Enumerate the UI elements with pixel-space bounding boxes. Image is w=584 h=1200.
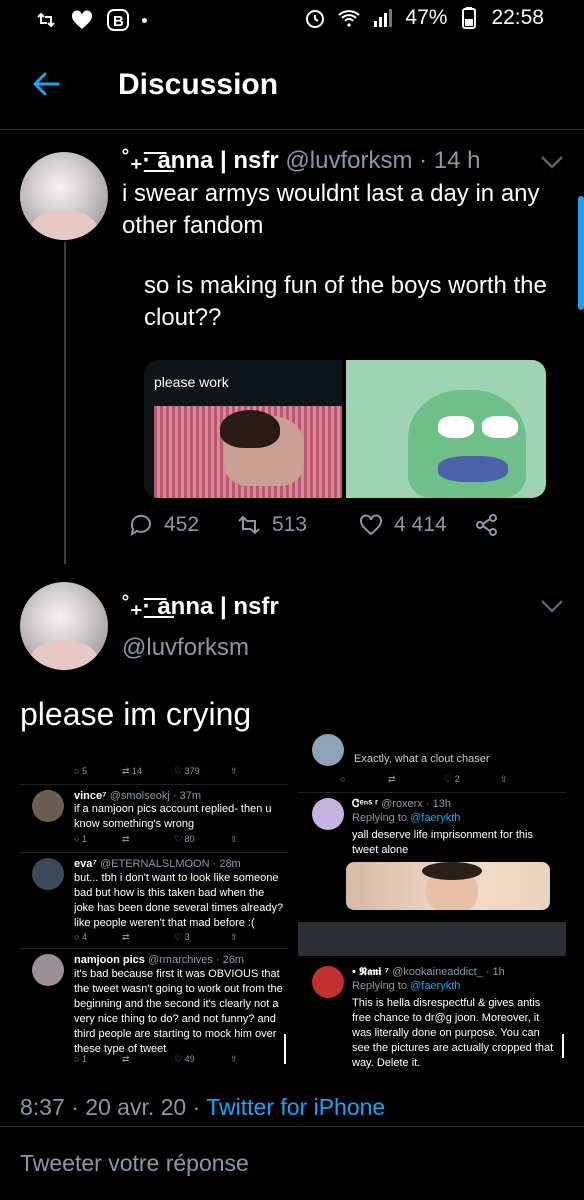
media-image-left[interactable]: please work — [144, 360, 342, 498]
tweet-actions: 452 513 4 414 — [128, 512, 500, 538]
retweet-icon — [238, 515, 260, 535]
replying-to: Replying to @faerykth — [352, 980, 461, 992]
thread-line — [64, 242, 66, 564]
chevron-down-icon[interactable] — [540, 598, 564, 614]
user-handle[interactable]: @luvforksm — [122, 634, 249, 662]
avatar — [312, 798, 344, 830]
tweet-time: 14 h — [433, 147, 481, 174]
status-bar: B 47% 22:58 — [0, 0, 584, 40]
avatar[interactable] — [20, 582, 108, 670]
clock: 22:58 — [491, 6, 544, 29]
battery-icon — [457, 6, 481, 30]
replying-to: Replying to @faerykth — [352, 812, 461, 824]
tweet-text: yall deserve life imprisonment for this … — [352, 829, 533, 856]
user-name[interactable]: ˚₊·͟͟͞͞ ͟anna | nsfr — [122, 592, 279, 621]
user-name: eva⁷ @ETERNALSLMOON · 28m — [74, 858, 241, 870]
tweet-text: if a namjoon pics account replied- then … — [74, 803, 272, 830]
embedded-right-column: Exactly, what a clout chaser ○ ⇄ ♡ 2 ⇧ Ꮳ… — [298, 734, 566, 1078]
reply-count: 452 — [164, 513, 200, 536]
tweet-image[interactable]: ○ 5 ⇄ 14 ♡ 379 ⇧ vince⁷ @smolseokj · 37m… — [20, 734, 566, 1078]
avatar — [32, 790, 64, 822]
avatar — [312, 734, 344, 766]
retweet-notification-icon — [34, 8, 58, 32]
share-button[interactable] — [474, 512, 500, 538]
user-name: Ꮳᵉⁿˢ ʳ @roxerx · 13h — [352, 798, 451, 810]
avatar — [32, 954, 64, 986]
user-handle[interactable]: @luvforksm — [285, 147, 412, 174]
photo — [346, 862, 550, 910]
share-icon — [476, 514, 497, 536]
user-name[interactable]: ˚₊·͟͟͞͞ ͟anna | nsfr — [122, 147, 279, 174]
divider — [0, 1126, 584, 1127]
divider-block — [298, 922, 566, 956]
user-name: • 𝕹𝖆𝖓𝖎 ⁷ @kookaineaddict_ · 1h — [352, 966, 505, 978]
chevron-down-icon[interactable] — [540, 154, 564, 170]
mini-actions: ○ 5 ⇄ 14 ♡ 379 ⇧ — [74, 766, 238, 776]
tweet-text: it's bad because first it was OBVIOUS th… — [74, 968, 283, 1055]
user-name: vince⁷ @smolseokj · 37m — [74, 790, 201, 802]
top-app-bar: Discussion — [0, 40, 584, 130]
heart-notification-icon — [70, 8, 94, 32]
battery-percent: 47% — [405, 6, 448, 29]
mini-actions: ○ ⇄ ♡ 2 ⇧ — [340, 774, 508, 784]
tweet-text: please im crying — [20, 696, 252, 732]
tweet-text: Exactly, what a clout chaser — [354, 753, 490, 765]
avatar — [32, 858, 64, 890]
reply-icon — [130, 514, 151, 537]
back-arrow-icon[interactable] — [30, 68, 62, 100]
photo — [154, 406, 342, 498]
tweet-header: ˚₊·͟͟͞͞ ͟anna | nsfr @luvforksm · 14 h — [122, 147, 481, 174]
wifi-icon — [337, 6, 361, 30]
scrollbar[interactable] — [578, 196, 584, 310]
mini-actions: ○ 1 ⇄ ♡ 49 ⇧ — [74, 1054, 238, 1064]
like-count: 4 414 — [394, 513, 447, 536]
svg-text:B: B — [113, 13, 124, 30]
tweet-text: This is hella disrespectful & gives anti… — [352, 997, 554, 1069]
retweet-count: 513 — [272, 513, 308, 536]
reply-button[interactable]: 452 — [128, 512, 236, 538]
user-name: namjoon pics @rmarchives · 26m — [74, 954, 245, 966]
media-caption: please work — [154, 374, 229, 390]
more-notifications-dot — [142, 17, 147, 23]
page-title: Discussion — [118, 68, 279, 101]
tweet-timestamp: 8:37 · 20 avr. 20 · Twitter for iPhone — [20, 1094, 386, 1120]
quoted-text: so is making fun of the boys worth the c… — [144, 272, 547, 331]
tweet-text: but... tbh i don't want to look like som… — [74, 872, 284, 929]
reply-input[interactable]: Tweeter votre réponse — [20, 1150, 249, 1177]
tweet-text: i swear armys wouldnt last a day in any … — [122, 180, 540, 239]
avatar — [312, 966, 344, 998]
tweet-media[interactable]: please work — [144, 360, 546, 498]
signal-icon — [371, 6, 395, 30]
avatar[interactable] — [20, 152, 108, 240]
b-app-icon: B — [106, 8, 130, 32]
heart-icon — [360, 514, 382, 536]
media-image-right[interactable] — [346, 360, 546, 498]
tweet-source-link[interactable]: Twitter for iPhone — [206, 1094, 385, 1120]
mini-actions: ○ 1 ⇄ ♡ 80 ⇧ — [74, 834, 238, 844]
like-button[interactable]: 4 414 — [358, 512, 474, 538]
mini-actions: ○ 4 ⇄ ♡ 3 ⇧ — [74, 932, 238, 942]
retweet-button[interactable]: 513 — [236, 512, 358, 538]
embedded-left-column: ○ 5 ⇄ 14 ♡ 379 ⇧ vince⁷ @smolseokj · 37m… — [20, 752, 288, 1078]
alarm-icon — [303, 6, 327, 30]
